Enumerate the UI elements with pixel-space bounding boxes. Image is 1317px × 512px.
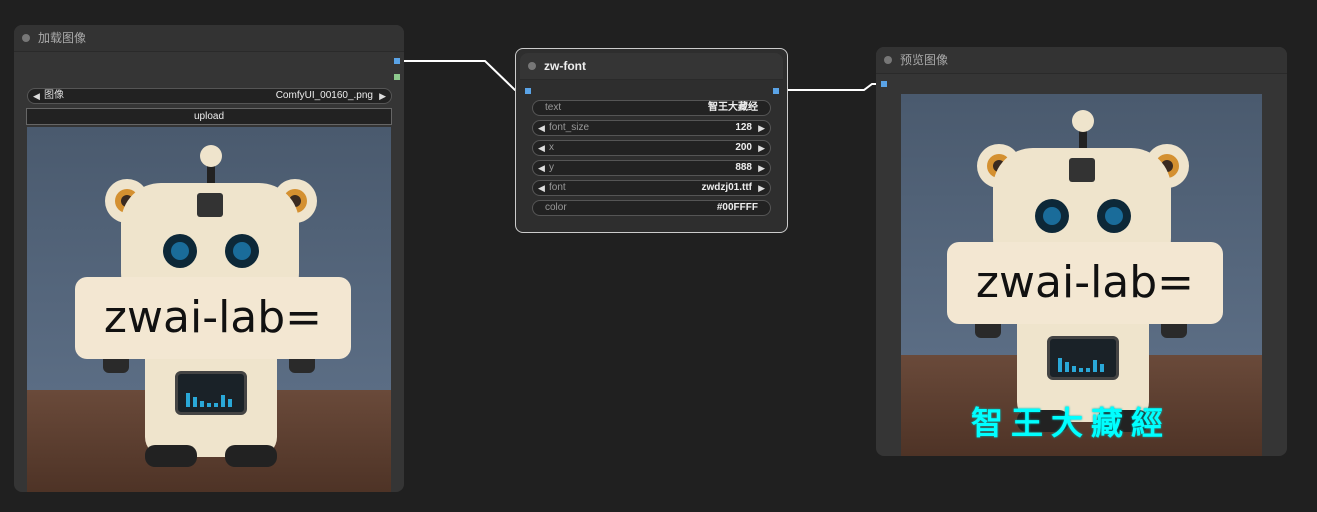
preview-image-title-bar[interactable]: 预览图像: [876, 47, 1287, 74]
text-widget[interactable]: text 智王大藏经: [532, 100, 771, 116]
y-widget[interactable]: ◀ y 888 ▶: [532, 160, 771, 176]
right-arrow-icon[interactable]: ▶: [758, 181, 765, 195]
preview-image-node[interactable]: 预览图像 zwai-lab= 智王大藏經: [876, 47, 1287, 456]
color-value: #00FFFF: [716, 202, 758, 213]
zw-font-title: zw-font: [544, 59, 586, 73]
output-port-image[interactable]: [773, 88, 779, 94]
preview-image-title: 预览图像: [900, 53, 949, 67]
x-value: 200: [735, 142, 752, 153]
left-arrow-icon[interactable]: ◀: [538, 121, 545, 135]
x-widget[interactable]: ◀ x 200 ▶: [532, 140, 771, 156]
font-label: font: [549, 182, 566, 193]
link-zwfont-to-preview: [784, 83, 880, 91]
left-arrow-icon[interactable]: ◀: [538, 181, 545, 195]
y-value: 888: [735, 162, 752, 173]
input-port-image[interactable]: [525, 88, 531, 94]
font-value: zwdzj01.ttf: [701, 182, 752, 193]
font-size-widget[interactable]: ◀ font_size 128 ▶: [532, 120, 771, 136]
load-image-node[interactable]: 加载图像 ◀ 图像 ComfyUI_00160_.png ▶ upload zw…: [14, 25, 404, 492]
right-arrow-icon[interactable]: ▶: [758, 141, 765, 155]
font-widget[interactable]: ◀ font zwdzj01.ttf ▶: [532, 180, 771, 196]
input-port-images[interactable]: [881, 81, 887, 87]
text-label: text: [545, 102, 562, 113]
font-size-label: font_size: [549, 122, 590, 133]
image-combo-label: 图像: [44, 90, 64, 101]
load-image-title-bar[interactable]: 加载图像: [14, 25, 404, 52]
left-arrow-icon[interactable]: ◀: [33, 89, 40, 103]
output-port-mask[interactable]: [394, 74, 400, 80]
left-arrow-icon[interactable]: ◀: [538, 141, 545, 155]
right-arrow-icon[interactable]: ▶: [758, 121, 765, 135]
preview-image: zwai-lab= 智王大藏經: [901, 94, 1262, 456]
upload-button[interactable]: upload: [26, 108, 392, 125]
link-load-to-zwfont: [403, 60, 525, 91]
right-arrow-icon[interactable]: ▶: [379, 89, 386, 103]
font-size-value: 128: [735, 122, 752, 133]
image-combo-value: ComfyUI_00160_.png: [275, 90, 373, 101]
text-value: 智王大藏经: [708, 102, 758, 113]
color-label: color: [545, 202, 567, 213]
load-image-title: 加载图像: [38, 31, 87, 45]
x-label: x: [549, 142, 554, 153]
collapse-dot-icon[interactable]: [884, 56, 892, 64]
overlay-text: 智王大藏經: [971, 404, 1172, 442]
collapse-dot-icon[interactable]: [22, 34, 30, 42]
zw-font-node[interactable]: zw-font text 智王大藏经 ◀ font_size 128 ▶ ◀ x…: [515, 48, 788, 233]
zw-font-title-bar[interactable]: zw-font: [520, 53, 783, 80]
robot-sign: zwai-lab=: [947, 242, 1223, 324]
image-combo-widget[interactable]: ◀ 图像 ComfyUI_00160_.png ▶: [27, 88, 392, 104]
y-label: y: [549, 162, 554, 173]
collapse-dot-icon[interactable]: [528, 62, 536, 70]
left-arrow-icon[interactable]: ◀: [538, 161, 545, 175]
color-widget[interactable]: color #00FFFF: [532, 200, 771, 216]
loaded-image: zwai-lab=: [27, 127, 391, 492]
robot-sign: zwai-lab=: [75, 277, 351, 359]
right-arrow-icon[interactable]: ▶: [758, 161, 765, 175]
output-port-image[interactable]: [394, 58, 400, 64]
